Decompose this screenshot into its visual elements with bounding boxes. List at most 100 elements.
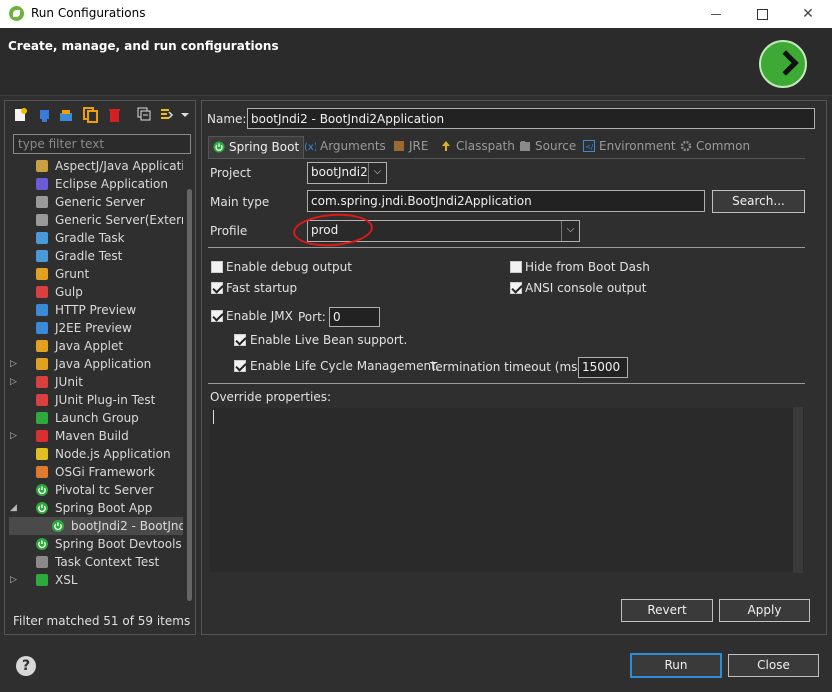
- enable-jmx-label: Enable JMX: [226, 309, 293, 323]
- tab-common[interactable]: Common: [680, 136, 750, 158]
- tree-item-label: Gulp: [55, 285, 83, 299]
- duplicate-icon[interactable]: [83, 107, 98, 123]
- minimize-icon[interactable]: [706, 4, 726, 24]
- view-menu-icon[interactable]: [179, 107, 191, 123]
- tab-label: Spring Boot: [229, 140, 300, 154]
- tree-item[interactable]: ▷ Maven Build: [9, 427, 183, 445]
- dialog-heading: Create, manage, and run configurations: [8, 39, 279, 53]
- override-properties-textarea[interactable]: [210, 408, 804, 572]
- tree-item[interactable]: Task Context Test: [9, 553, 183, 571]
- tab-label: Classpath: [456, 139, 515, 153]
- jre-icon: [394, 141, 404, 151]
- tree-item-label: Java Applet: [55, 339, 124, 353]
- title-bar: Run Configurations ✕: [0, 0, 832, 28]
- ansi-console-checkbox[interactable]: [510, 282, 522, 294]
- tree-item[interactable]: bootJndi2 - BootJnd: [9, 517, 183, 535]
- tree-item[interactable]: Spring Boot Devtools C: [9, 535, 183, 553]
- spring-app-icon: [9, 6, 24, 21]
- name-field[interactable]: bootJndi2 - BootJndi2Application: [247, 108, 815, 129]
- collapse-icon[interactable]: ◢: [10, 499, 20, 517]
- tree-item[interactable]: Node.js Application: [9, 445, 183, 463]
- export-icon[interactable]: [59, 107, 74, 123]
- tree-scrollbar[interactable]: [187, 189, 192, 601]
- tree-item[interactable]: Eclipse Application: [9, 175, 183, 193]
- spring-boot-tab-icon: [213, 141, 225, 153]
- close-window-icon[interactable]: ✕: [798, 4, 818, 24]
- tree-item[interactable]: HTTP Preview: [9, 301, 183, 319]
- filter-input[interactable]: [13, 134, 191, 154]
- tree-item[interactable]: OSGi Framework: [9, 463, 183, 481]
- tab-environment[interactable]: </> Environment: [583, 136, 676, 158]
- window-title: Run Configurations: [31, 6, 146, 20]
- revert-button[interactable]: Revert: [621, 599, 713, 622]
- override-scrollbar[interactable]: [793, 407, 803, 573]
- maximize-icon[interactable]: [752, 4, 772, 24]
- apply-button[interactable]: Apply: [719, 599, 810, 622]
- annotation-circle: [291, 211, 375, 249]
- new-prototype-icon[interactable]: [37, 107, 52, 123]
- override-label: Override properties:: [210, 390, 332, 404]
- tab-classpath[interactable]: Classpath: [440, 136, 515, 158]
- tree-item[interactable]: ▷ XSL: [9, 571, 183, 589]
- chevron-down-icon[interactable]: ⌵: [368, 163, 386, 183]
- tree-item-label: Generic Server(External: [55, 213, 183, 227]
- svg-text:(x): (x): [304, 142, 316, 152]
- spring-boot-icon: [36, 502, 48, 514]
- help-icon[interactable]: ?: [16, 656, 36, 676]
- tree-item[interactable]: Grunt: [9, 265, 183, 283]
- junit-icon: [36, 376, 48, 388]
- tree-item-label: AspectJ/Java Applicatio: [55, 159, 183, 173]
- filter-icon[interactable]: [159, 107, 174, 123]
- lifecycle-checkbox[interactable]: [234, 360, 246, 372]
- close-button[interactable]: Close: [728, 654, 819, 677]
- tree-item[interactable]: ▷ JUnit: [9, 373, 183, 391]
- port-field[interactable]: 0: [329, 307, 380, 327]
- pivotal-icon: [36, 484, 48, 496]
- tree-item[interactable]: Gulp: [9, 283, 183, 301]
- expand-icon[interactable]: ▷: [10, 373, 20, 391]
- project-combo[interactable]: bootJndi2 ⌵: [307, 162, 387, 184]
- expand-icon[interactable]: ▷: [10, 571, 20, 589]
- main-type-field[interactable]: com.spring.jndi.BootJndi2Application: [307, 190, 705, 212]
- termination-field[interactable]: 15000: [578, 357, 628, 378]
- tab-label: Source: [535, 139, 577, 153]
- tree-item[interactable]: Generic Server(External: [9, 211, 183, 229]
- tree-item[interactable]: Gradle Task: [9, 229, 183, 247]
- tree-item[interactable]: Java Applet: [9, 337, 183, 355]
- delete-icon[interactable]: [107, 107, 122, 123]
- java-application-icon: [36, 358, 48, 370]
- tree-item[interactable]: Generic Server: [9, 193, 183, 211]
- collapse-all-icon[interactable]: [137, 107, 152, 123]
- fast-startup-checkbox[interactable]: [211, 282, 223, 294]
- tab-label: Environment: [599, 139, 676, 153]
- tree-item[interactable]: Launch Group: [9, 409, 183, 427]
- tab-label: JRE: [409, 139, 429, 153]
- new-configuration-icon[interactable]: [13, 107, 28, 123]
- expand-icon[interactable]: ▷: [10, 427, 20, 445]
- tab-source[interactable]: Source: [519, 136, 576, 158]
- tree-item[interactable]: Gradle Test: [9, 247, 183, 265]
- tree-item[interactable]: ▷ Java Application: [9, 355, 183, 373]
- live-bean-checkbox[interactable]: [234, 334, 246, 346]
- enable-debug-checkbox[interactable]: [211, 261, 223, 273]
- tree-item-label: Generic Server: [55, 195, 145, 209]
- tree-item-label: Eclipse Application: [55, 177, 168, 191]
- tab-arguments[interactable]: (x) Arguments: [304, 136, 386, 158]
- tab-jre[interactable]: JRE: [393, 136, 428, 158]
- search-button[interactable]: Search...: [712, 190, 805, 213]
- chevron-down-icon[interactable]: ⌵: [561, 221, 579, 241]
- text-caret: [213, 410, 214, 424]
- enable-jmx-checkbox[interactable]: [211, 310, 223, 322]
- tree-item[interactable]: JUnit Plug-in Test: [9, 391, 183, 409]
- tree-item[interactable]: J2EE Preview: [9, 319, 183, 337]
- hide-boot-dash-checkbox[interactable]: [510, 261, 522, 273]
- tab-spring-boot[interactable]: Spring Boot: [208, 136, 305, 158]
- tree-item[interactable]: ◢ Spring Boot App: [9, 499, 183, 517]
- ansi-console-label: ANSI console output: [525, 281, 647, 295]
- tree-item[interactable]: AspectJ/Java Applicatio: [9, 157, 183, 175]
- run-button[interactable]: Run: [630, 653, 722, 678]
- tree-item[interactable]: Pivotal tc Server: [9, 481, 183, 499]
- gradle-task-icon: [36, 232, 48, 244]
- expand-icon[interactable]: ▷: [10, 355, 20, 373]
- main-type-label: Main type: [210, 195, 270, 209]
